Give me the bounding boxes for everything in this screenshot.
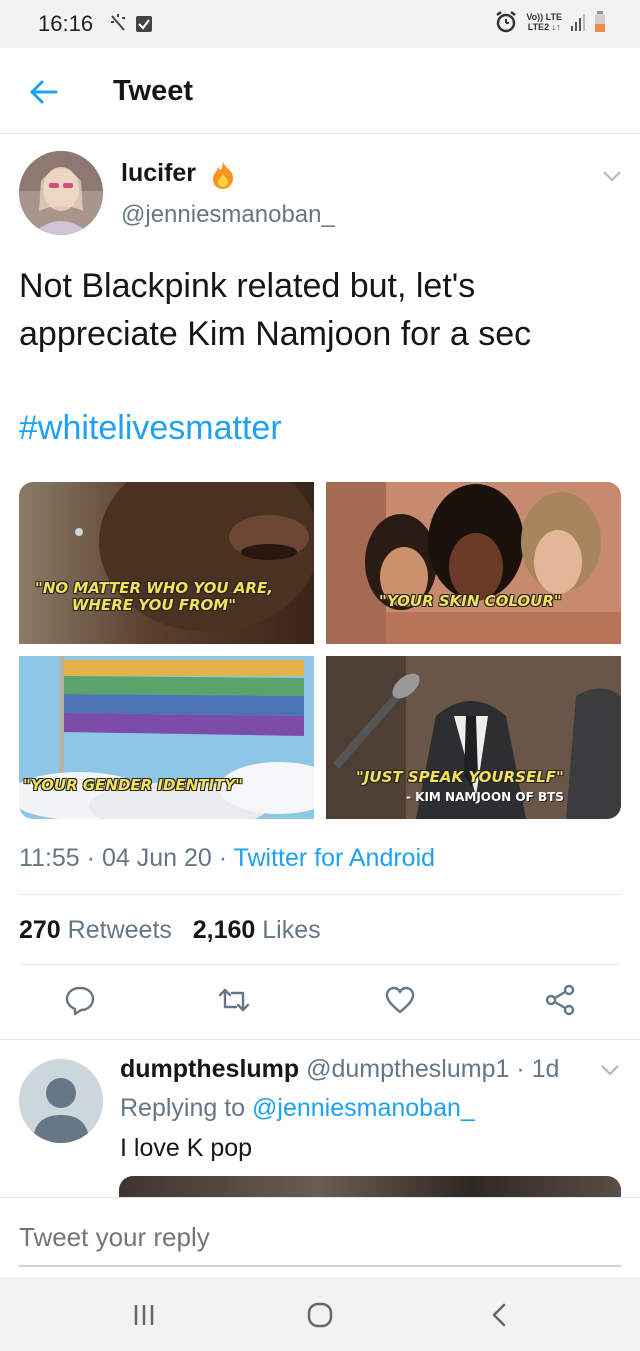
photo-4-caption-sub: - KIM NAMJOON OF BTS xyxy=(406,790,564,804)
alarm-icon xyxy=(496,11,517,33)
tweet-photo-4[interactable]: "JUST SPEAK YOURSELF" - KIM NAMJOON OF B… xyxy=(326,656,621,819)
composer-underline xyxy=(19,1265,621,1267)
tweet-photo-2[interactable]: "YOUR SKIN COLOUR" xyxy=(326,482,621,644)
network-line-2: LTE2 ↓↑ xyxy=(527,22,561,32)
photo-1-caption-line-2: WHERE YOU FROM" xyxy=(71,596,237,614)
retweets-count: 270 xyxy=(19,916,61,944)
retweets-label: Retweets xyxy=(67,916,172,944)
photo-4-caption: "JUST SPEAK YOURSELF" xyxy=(356,768,564,786)
divider xyxy=(0,1039,640,1040)
page-title: Tweet xyxy=(113,75,194,107)
photo-2-caption: "YOUR SKIN COLOUR" xyxy=(379,592,562,610)
signal-icon xyxy=(571,14,585,31)
meta-separator: · xyxy=(86,844,102,872)
reply-header: dumptheslump @dumptheslump1 · 1d xyxy=(120,1055,559,1084)
reply-display-name[interactable]: dumptheslump xyxy=(120,1055,299,1083)
hashtag-link[interactable]: #whitelivesmatter xyxy=(19,409,282,448)
chevron-down-icon[interactable] xyxy=(600,168,624,184)
tweet-source-link[interactable]: Twitter for Android xyxy=(234,844,435,872)
wand-icon xyxy=(111,14,152,32)
tweet-time: 11:55 xyxy=(19,844,80,872)
author-display-name[interactable]: lucifer xyxy=(121,159,196,188)
photo-face-closeup xyxy=(19,482,314,644)
tweet-stats: 270 Retweets 2,160 Likes xyxy=(19,916,321,945)
retweets-stat[interactable]: 270 Retweets xyxy=(19,916,172,944)
default-avatar-icon xyxy=(19,1059,103,1143)
app-bar: Tweet xyxy=(0,48,640,134)
reply-media-preview[interactable] xyxy=(119,1176,621,1198)
photo-1-caption: "NO MATTER WHO YOU ARE, WHERE YOU FROM" xyxy=(35,580,273,614)
tweet-meta: 11:55 · 04 Jun 20 · Twitter for Android xyxy=(19,844,435,873)
home-icon[interactable] xyxy=(302,1297,338,1333)
tweet-text: Not Blackpink related but, let's appreci… xyxy=(19,267,532,353)
back-nav-icon[interactable] xyxy=(482,1297,518,1333)
share-icon[interactable] xyxy=(543,983,577,1017)
network-line-1: Vo)) LTE xyxy=(526,12,562,22)
meta-separator: · xyxy=(218,844,234,872)
tweet-date: 04 Jun 20 xyxy=(101,844,212,872)
likes-count: 2,160 xyxy=(192,916,256,944)
divider xyxy=(19,894,621,895)
status-notification-icons xyxy=(108,12,156,41)
meta-separator: · xyxy=(516,1055,525,1083)
likes-stat[interactable]: 2,160 Likes xyxy=(193,916,321,944)
likes-label: Likes xyxy=(262,916,321,944)
reply-age: 1d xyxy=(531,1055,560,1083)
replying-prefix: Replying to xyxy=(120,1094,246,1122)
reply-avatar[interactable] xyxy=(19,1059,103,1143)
back-arrow-icon[interactable] xyxy=(26,74,62,110)
divider xyxy=(19,964,621,965)
fire-icon xyxy=(213,162,234,189)
reply-handle[interactable]: @dumptheslump1 xyxy=(306,1055,509,1083)
battery-icon xyxy=(595,11,605,32)
reply-input[interactable] xyxy=(19,1222,599,1253)
retweet-icon[interactable] xyxy=(217,983,251,1017)
tweet-photo-1[interactable]: "NO MATTER WHO YOU ARE, WHERE YOU FROM" xyxy=(19,482,314,644)
status-right-icons: Vo)) LTE LTE2 ↓↑ xyxy=(494,10,606,34)
avatar-image xyxy=(19,151,103,235)
status-time: 16:16 xyxy=(38,11,94,36)
photo-1-caption-line-1: "NO MATTER WHO YOU ARE, xyxy=(35,579,273,597)
author-handle[interactable]: @jenniesmanoban_ xyxy=(121,201,335,229)
heart-icon[interactable] xyxy=(383,983,417,1017)
system-navigation-bar xyxy=(0,1277,640,1351)
status-bar: 16:16 Vo)) LTE LTE2 ↓↑ xyxy=(0,0,640,48)
photo-3-caption: "YOUR GENDER IDENTITY" xyxy=(23,776,243,794)
recent-apps-icon[interactable] xyxy=(126,1297,162,1333)
replying-to-link[interactable]: @jenniesmanoban_ xyxy=(252,1094,475,1122)
photo-rainbow-flag xyxy=(19,656,314,819)
photo-three-women xyxy=(326,482,621,644)
tweet-photo-3[interactable]: "YOUR GENDER IDENTITY" xyxy=(19,656,314,819)
network-indicator: Vo)) LTE LTE2 ↓↑ xyxy=(526,12,562,32)
replying-to: Replying to @jenniesmanoban_ xyxy=(120,1094,475,1123)
chevron-down-icon[interactable] xyxy=(598,1062,622,1078)
reply-icon[interactable] xyxy=(63,983,97,1017)
reply-text: I love K pop xyxy=(120,1134,253,1162)
author-avatar[interactable] xyxy=(19,151,103,235)
